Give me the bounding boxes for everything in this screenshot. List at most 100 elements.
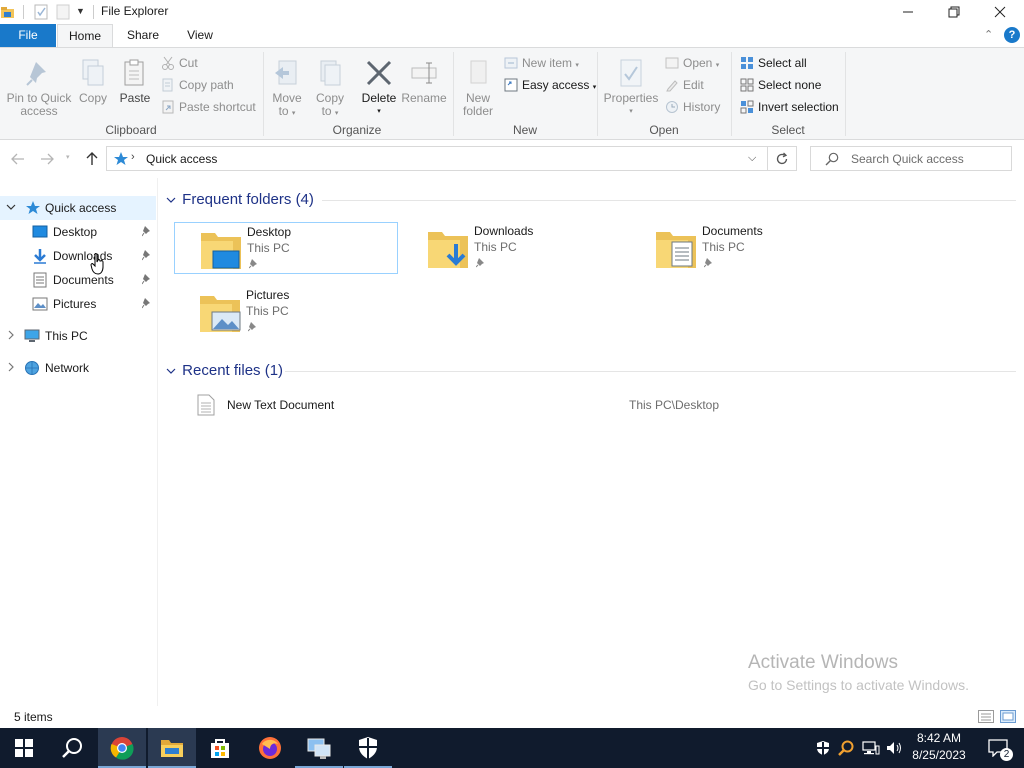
restore-button[interactable] xyxy=(931,0,977,24)
tray-network-icon[interactable] xyxy=(860,728,882,768)
minimize-button[interactable] xyxy=(885,0,931,24)
collapse-chevron-icon[interactable] xyxy=(166,196,178,207)
nav-item-desktop[interactable]: Desktop xyxy=(0,220,157,244)
cut-label: Cut xyxy=(179,56,198,70)
collapse-chevron-icon[interactable] xyxy=(6,202,16,212)
nav-item-documents[interactable]: Documents xyxy=(0,268,157,292)
open-button[interactable]: Open ▾ xyxy=(665,53,719,73)
folder-tile-documents[interactable]: Documents This PC xyxy=(630,222,854,274)
frequent-folders-header[interactable]: Frequent folders (4) xyxy=(166,191,314,208)
folder-tile-desktop[interactable]: Desktop This PC xyxy=(174,222,398,274)
nav-item-this-pc[interactable]: This PC xyxy=(0,324,157,348)
nav-item-downloads[interactable]: Downloads xyxy=(0,244,157,268)
recent-file-row[interactable]: New Text Document This PC\Desktop xyxy=(195,392,1015,420)
refresh-button[interactable] xyxy=(768,146,797,171)
move-to-dropdown-icon: ▾ xyxy=(291,110,296,117)
delete-button[interactable]: Delete ▾ xyxy=(358,58,400,118)
copy-path-button[interactable]: Copy path xyxy=(161,75,234,95)
open-dropdown-icon: ▾ xyxy=(715,62,720,69)
copy-icon xyxy=(78,58,108,88)
nav-label: This PC xyxy=(45,329,88,343)
tray-search-icon[interactable] xyxy=(836,728,856,768)
qat-dropdown-icon[interactable]: ▼ xyxy=(76,6,85,16)
collapse-ribbon-icon[interactable]: ⌃ xyxy=(984,28,993,41)
nav-item-quick-access[interactable]: Quick access xyxy=(0,196,156,220)
expand-chevron-icon[interactable] xyxy=(6,362,16,372)
breadcrumb-quick-access[interactable]: Quick access xyxy=(146,152,217,166)
network-icon xyxy=(24,360,40,376)
tray-volume-icon[interactable] xyxy=(884,728,906,768)
folder-name: Documents xyxy=(702,224,763,238)
taskbar-store[interactable] xyxy=(196,728,244,768)
tab-view[interactable]: View xyxy=(174,24,226,47)
copy-to-label-line2: to ▾ xyxy=(311,105,349,120)
pane-splitter[interactable] xyxy=(157,178,158,706)
paste-shortcut-button[interactable]: Paste shortcut xyxy=(161,97,256,117)
taskbar-security[interactable] xyxy=(344,728,392,768)
start-button[interactable] xyxy=(0,728,48,768)
up-button[interactable] xyxy=(81,148,103,170)
downloads-arrow-icon xyxy=(32,248,48,264)
search-box[interactable]: Search Quick access xyxy=(810,146,1012,171)
properties-icon[interactable] xyxy=(34,4,48,20)
title-separator xyxy=(93,5,94,19)
copy-to-button[interactable]: Copy to ▾ xyxy=(311,58,349,120)
nav-item-network[interactable]: Network xyxy=(0,356,157,380)
tray-security-icon[interactable] xyxy=(813,728,833,768)
history-icon xyxy=(665,100,680,114)
collapse-chevron-icon[interactable] xyxy=(166,367,178,378)
system-clock[interactable]: 8:42 AM 8/25/2023 xyxy=(910,730,968,764)
this-pc-icon xyxy=(24,328,40,344)
tab-share[interactable]: Share xyxy=(116,24,170,47)
large-icons-view-icon[interactable] xyxy=(1000,710,1016,726)
ribbon-separator xyxy=(845,52,846,136)
cut-button[interactable]: Cut xyxy=(161,53,198,73)
action-center-button[interactable]: 2 xyxy=(978,728,1018,768)
properties-button[interactable]: Properties ▾ xyxy=(603,58,659,118)
frequent-folders-title: Frequent folders (4) xyxy=(182,191,314,208)
select-all-button[interactable]: Select all xyxy=(740,53,807,73)
new-folder-icon[interactable] xyxy=(56,4,70,20)
taskbar-network-app[interactable] xyxy=(295,728,343,768)
search-button[interactable] xyxy=(48,728,96,768)
pin-to-quick-access-button[interactable]: Pin to Quick access xyxy=(4,58,74,118)
nav-item-pictures[interactable]: Pictures xyxy=(0,292,157,316)
forward-button[interactable] xyxy=(36,148,58,170)
qat-separator xyxy=(23,5,24,19)
recent-locations-icon[interactable]: ▾ xyxy=(66,153,70,161)
taskbar-chrome[interactable] xyxy=(98,728,146,768)
rename-button[interactable]: Rename xyxy=(401,58,447,105)
folder-tile-downloads[interactable]: Downloads This PC xyxy=(402,222,626,274)
tab-file[interactable]: File xyxy=(0,24,56,47)
invert-selection-button[interactable]: Invert selection xyxy=(740,97,839,117)
new-item-button[interactable]: New item ▾ xyxy=(504,53,579,73)
address-bar[interactable]: › Quick access ⌵ xyxy=(106,146,768,171)
copy-button[interactable]: Copy xyxy=(76,58,110,105)
remote-desktop-icon xyxy=(307,738,331,759)
address-dropdown-icon[interactable]: ⌵ xyxy=(748,152,756,165)
breadcrumb-chevron-icon[interactable]: › xyxy=(131,151,135,163)
select-none-button[interactable]: Select none xyxy=(740,75,821,95)
paste-button[interactable]: Paste xyxy=(117,58,153,105)
pin-icon xyxy=(141,249,152,261)
folder-tile-pictures[interactable]: Pictures This PC xyxy=(174,286,398,338)
details-view-icon[interactable] xyxy=(978,710,994,726)
back-button[interactable] xyxy=(7,148,29,170)
forward-arrow-icon xyxy=(41,153,54,165)
paste-shortcut-label: Paste shortcut xyxy=(179,100,256,114)
documents-icon xyxy=(32,272,48,288)
help-icon[interactable]: ? xyxy=(1004,27,1020,43)
recent-files-header[interactable]: Recent files (1) xyxy=(166,362,283,379)
edit-label: Edit xyxy=(683,78,704,92)
pin-icon xyxy=(247,321,257,332)
easy-access-button[interactable]: Easy access ▾ xyxy=(504,75,596,95)
edit-button[interactable]: Edit xyxy=(665,75,704,95)
tab-home[interactable]: Home xyxy=(57,24,113,48)
close-button[interactable] xyxy=(977,0,1023,24)
move-to-button[interactable]: Move to ▾ xyxy=(268,58,306,120)
new-folder-button[interactable]: New folder xyxy=(458,58,498,118)
history-button[interactable]: History xyxy=(665,97,720,117)
expand-chevron-icon[interactable] xyxy=(6,330,16,340)
taskbar-file-explorer[interactable] xyxy=(148,728,196,768)
taskbar-firefox[interactable] xyxy=(246,728,294,768)
